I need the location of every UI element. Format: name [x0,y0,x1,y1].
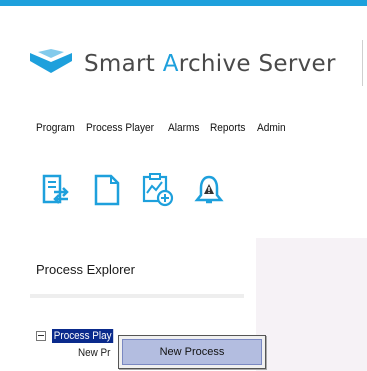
top-accent-bar [0,0,367,6]
add-chart-icon [142,173,174,207]
app-window: Smart Archive Server Program Process Pla… [0,0,367,371]
main-content-area [256,238,367,371]
tree-node-child-label[interactable]: New Pr [78,347,110,359]
new-document-icon [94,174,120,206]
alarm-button[interactable] [191,172,227,208]
panel-divider [30,294,244,298]
menu-reports[interactable]: Reports [210,122,245,134]
alarm-bell-icon [194,175,224,204]
collapse-icon[interactable] [36,330,46,341]
menu-admin[interactable]: Admin [257,122,286,134]
import-export-button[interactable] [38,172,74,208]
new-document-button[interactable] [89,172,125,208]
import-export-icon [42,174,69,204]
tree-node-root[interactable]: Process Play [36,327,120,344]
add-chart-button[interactable] [140,172,176,208]
app-title-accent: A [162,51,179,77]
menu-bar: Program Process Player Alarms Reports Ad… [36,118,367,138]
process-explorer-title: Process Explorer [36,262,135,277]
context-menu-new-process[interactable]: New Process [122,339,262,365]
menu-process-player[interactable]: Process Player [86,122,154,134]
menu-program[interactable]: Program [36,122,75,134]
app-title: Smart Archive Server [84,51,336,77]
tree-node-label[interactable]: Process Play [52,328,114,343]
app-title-lead: Smart [84,51,163,77]
context-menu: New Process [118,335,266,369]
toolbar [38,170,242,210]
menu-alarms[interactable]: Alarms [168,122,199,134]
chevron-logo-icon [30,49,72,73]
app-title-tail: rchive Server [178,51,336,77]
tree-node-child[interactable]: New Pr [36,344,120,361]
header-divider [362,40,363,86]
app-header: Smart Archive Server [30,44,336,84]
process-tree: Process Play New Pr [36,327,120,361]
